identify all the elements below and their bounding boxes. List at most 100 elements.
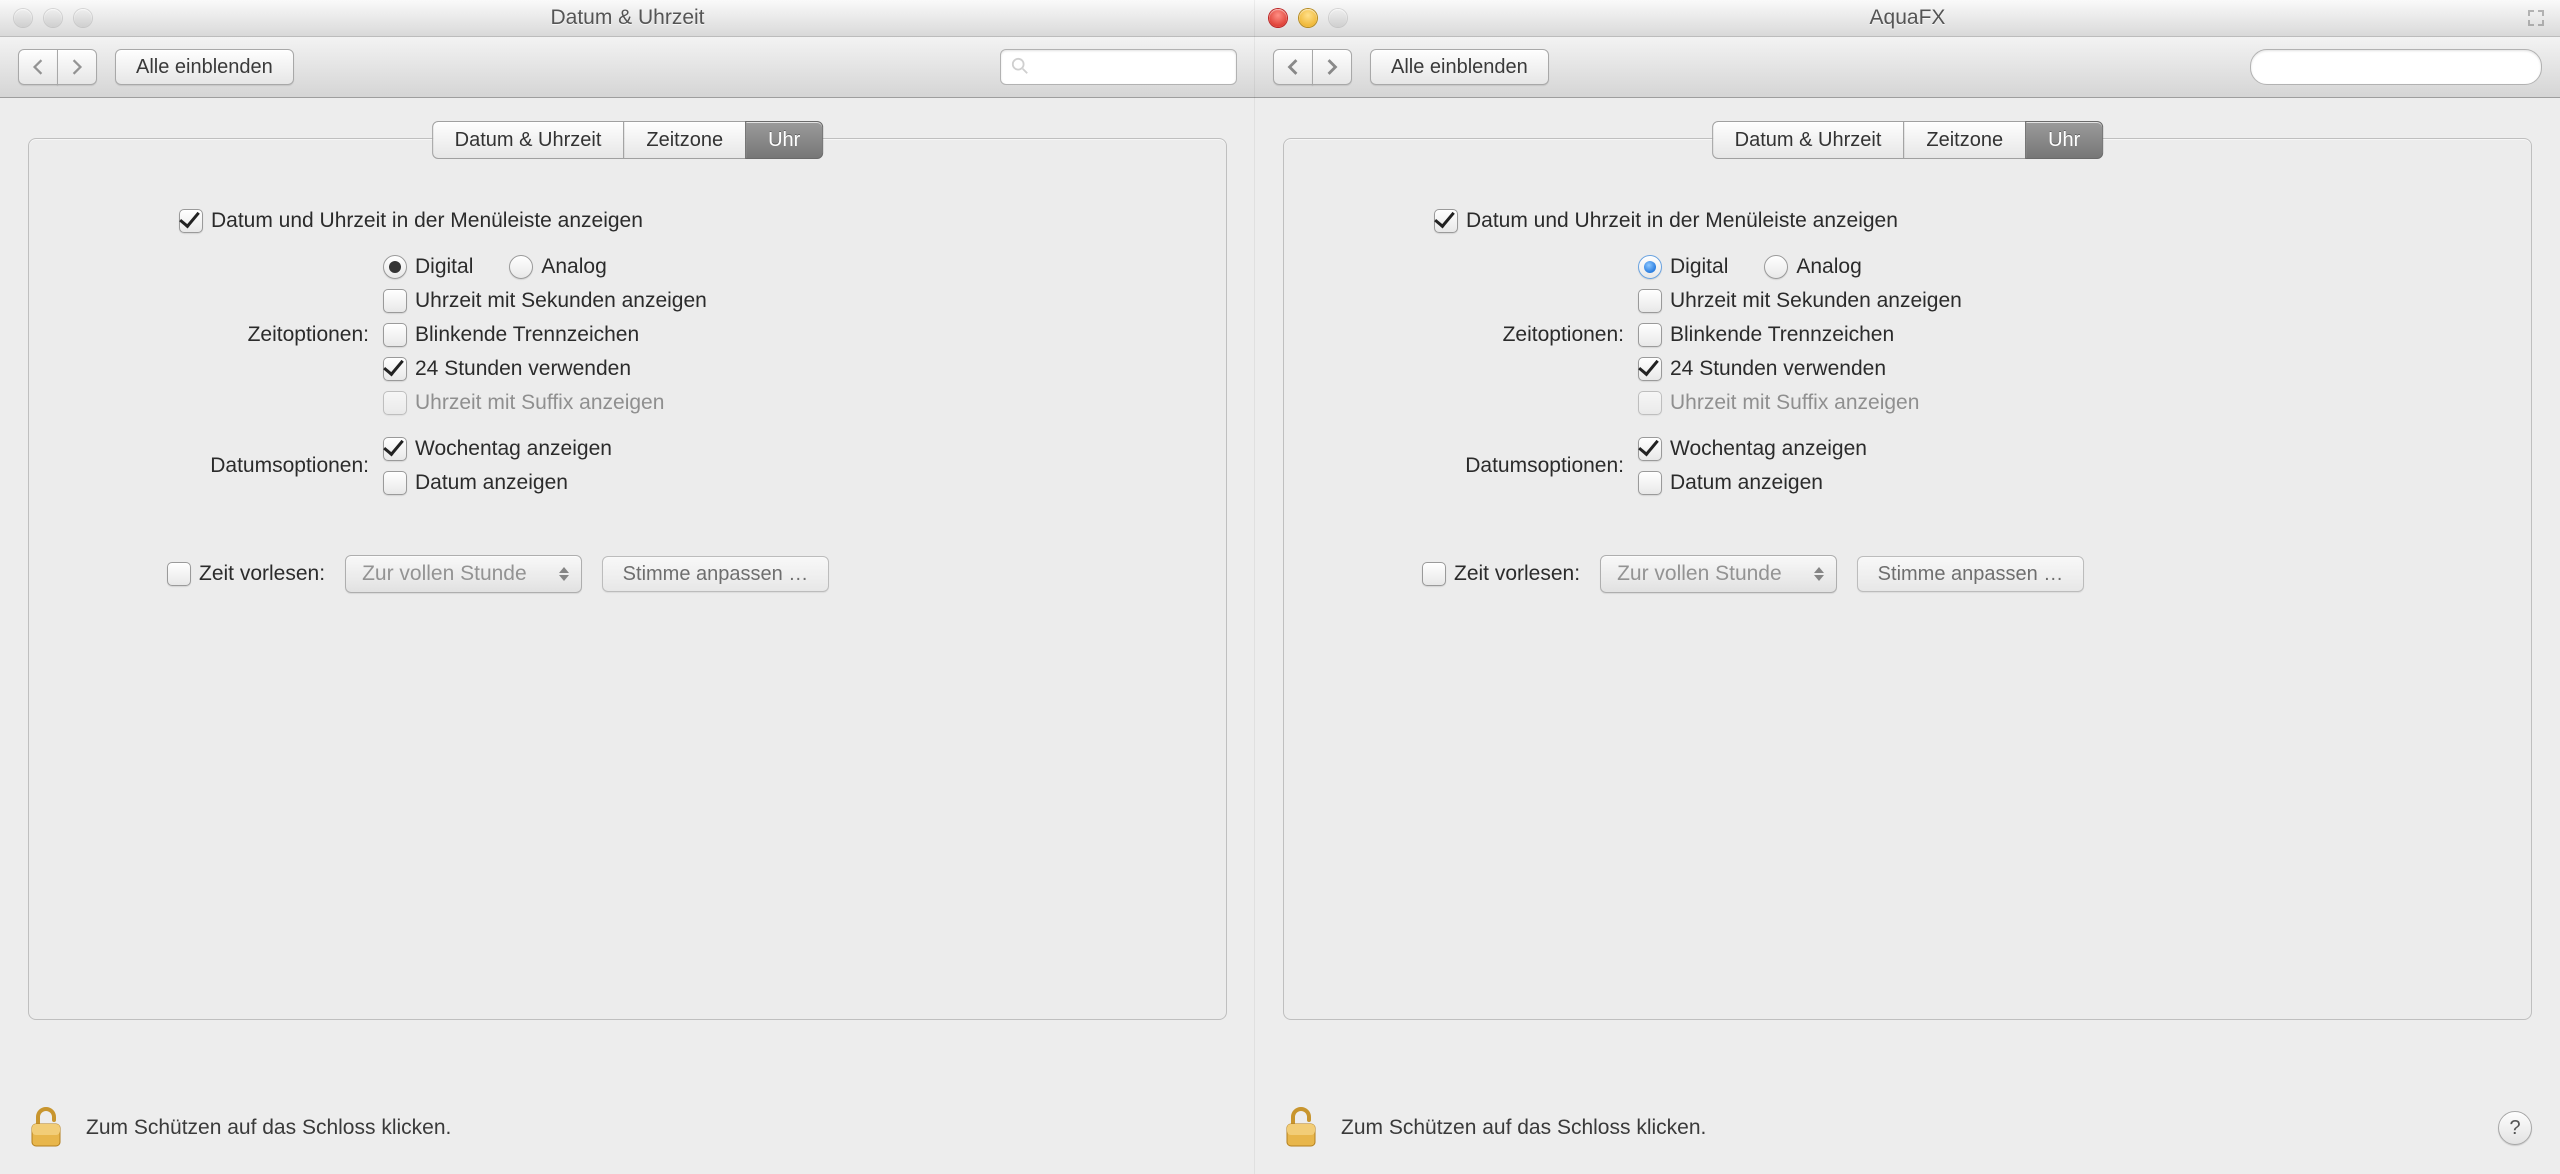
tab-uhr[interactable]: Uhr — [2025, 121, 2103, 159]
form: Datum und Uhrzeit in der Menüleiste anze… — [29, 139, 1226, 593]
date-options-label: Datumsoptionen: — [109, 454, 383, 478]
lock-icon[interactable] — [1283, 1106, 1319, 1150]
checkbox-label: 24 Stunden verwenden — [1670, 357, 1886, 381]
checkbox-icon — [1638, 323, 1662, 347]
tab-panel: Datum & Uhrzeit Zeitzone Uhr Datum und U… — [28, 138, 1227, 1020]
checkbox-weekday[interactable]: Wochentag anzeigen — [383, 437, 612, 461]
search-field[interactable] — [2250, 49, 2542, 85]
traffic-lights — [1269, 0, 1347, 36]
zoom-button[interactable] — [1329, 9, 1347, 27]
minimize-button[interactable] — [44, 9, 62, 27]
tab-zeitzone[interactable]: Zeitzone — [623, 121, 746, 159]
select-speak-interval[interactable]: Zur vollen Stunde — [1600, 555, 1837, 593]
back-button[interactable] — [18, 49, 58, 85]
footer-text: Zum Schützen auf das Schloss klicken. — [86, 1116, 451, 1140]
voice-button[interactable]: Stimme anpassen … — [602, 556, 830, 592]
checkbox-icon — [1638, 357, 1662, 381]
checkbox-show-date[interactable]: Datum anzeigen — [383, 471, 612, 495]
back-button[interactable] — [1273, 49, 1313, 85]
zoom-button[interactable] — [74, 9, 92, 27]
select-value: Zur vollen Stunde — [1617, 562, 1782, 586]
radio-digital[interactable]: Digital — [1638, 255, 1728, 279]
radio-label: Digital — [1670, 255, 1728, 279]
tab-zeitzone[interactable]: Zeitzone — [1903, 121, 2026, 159]
checkbox-blinking[interactable]: Blinkende Trennzeichen — [1638, 323, 1962, 347]
close-button[interactable] — [1269, 9, 1287, 27]
checkbox-label: Wochentag anzeigen — [1670, 437, 1867, 461]
radio-label: Digital — [415, 255, 473, 279]
checkbox-24h[interactable]: 24 Stunden verwenden — [1638, 357, 1962, 381]
date-options-label: Datumsoptionen: — [1364, 454, 1638, 478]
checkbox-icon — [383, 437, 407, 461]
close-button[interactable] — [14, 9, 32, 27]
content: Datum & Uhrzeit Zeitzone Uhr Datum und U… — [1255, 98, 2560, 1174]
checkbox-label: Uhrzeit mit Suffix anzeigen — [1670, 391, 1919, 415]
checkbox-icon — [383, 323, 407, 347]
checkbox-weekday[interactable]: Wochentag anzeigen — [1638, 437, 1867, 461]
tab-datum-uhrzeit[interactable]: Datum & Uhrzeit — [1712, 121, 1905, 159]
fullscreen-button[interactable] — [2526, 8, 2546, 28]
checkbox-icon — [1434, 209, 1458, 233]
checkbox-icon — [1638, 289, 1662, 313]
titlebar: Datum & Uhrzeit — [0, 0, 1255, 37]
time-options-label: Zeitoptionen: — [109, 323, 383, 347]
select-value: Zur vollen Stunde — [362, 562, 527, 586]
checkbox-show-in-menubar[interactable]: Datum und Uhrzeit in der Menüleiste anze… — [179, 209, 643, 233]
show-all-button[interactable]: Alle einblenden — [1370, 49, 1549, 85]
checkbox-icon — [167, 562, 191, 586]
lock-icon[interactable] — [28, 1106, 64, 1150]
radio-icon — [1764, 255, 1788, 279]
footer-text: Zum Schützen auf das Schloss klicken. — [1341, 1116, 1706, 1140]
checkbox-icon — [179, 209, 203, 233]
search-input[interactable] — [1035, 56, 1226, 79]
select-arrows-icon — [1814, 567, 1824, 581]
checkbox-label: Zeit vorlesen: — [199, 562, 325, 586]
checkbox-suffix: Uhrzeit mit Suffix anzeigen — [383, 391, 707, 415]
nav-segment — [18, 49, 97, 85]
voice-button[interactable]: Stimme anpassen … — [1857, 556, 2085, 592]
help-label: ? — [2509, 1117, 2520, 1140]
help-button[interactable]: ? — [2498, 1111, 2532, 1145]
checkbox-seconds[interactable]: Uhrzeit mit Sekunden anzeigen — [383, 289, 707, 313]
checkbox-speak[interactable]: Zeit vorlesen: — [1422, 562, 1580, 586]
forward-button[interactable] — [57, 49, 97, 85]
tab-uhr[interactable]: Uhr — [745, 121, 823, 159]
checkbox-seconds[interactable]: Uhrzeit mit Sekunden anzeigen — [1638, 289, 1962, 313]
radio-analog[interactable]: Analog — [509, 255, 606, 279]
checkbox-show-date[interactable]: Datum anzeigen — [1638, 471, 1867, 495]
tabs: Datum & Uhrzeit Zeitzone Uhr — [432, 121, 824, 159]
minimize-button[interactable] — [1299, 9, 1317, 27]
radio-label: Analog — [541, 255, 606, 279]
checkbox-show-in-menubar[interactable]: Datum und Uhrzeit in der Menüleiste anze… — [1434, 209, 1898, 233]
radio-digital[interactable]: Digital — [383, 255, 473, 279]
search-field[interactable] — [1000, 49, 1237, 85]
content: Datum & Uhrzeit Zeitzone Uhr Datum und U… — [0, 98, 1255, 1174]
row-time-options: Zeitoptionen: Digital Analog — [109, 255, 1146, 415]
radio-label: Analog — [1796, 255, 1861, 279]
tab-panel: Datum & Uhrzeit Zeitzone Uhr Datum und U… — [1283, 138, 2532, 1020]
checkbox-icon — [1638, 471, 1662, 495]
show-all-button[interactable]: Alle einblenden — [115, 49, 294, 85]
tab-datum-uhrzeit[interactable]: Datum & Uhrzeit — [432, 121, 625, 159]
radio-icon — [1638, 255, 1662, 279]
checkbox-icon — [1638, 437, 1662, 461]
checkbox-label: Blinkende Trennzeichen — [415, 323, 639, 347]
checkbox-icon — [383, 471, 407, 495]
voice-button-label: Stimme anpassen … — [623, 563, 809, 586]
checkbox-24h[interactable]: 24 Stunden verwenden — [383, 357, 707, 381]
checkbox-blinking[interactable]: Blinkende Trennzeichen — [383, 323, 707, 347]
select-speak-interval[interactable]: Zur vollen Stunde — [345, 555, 582, 593]
show-all-label: Alle einblenden — [1391, 56, 1528, 79]
select-arrows-icon — [559, 567, 569, 581]
forward-button[interactable] — [1312, 49, 1352, 85]
checkbox-speak[interactable]: Zeit vorlesen: — [167, 562, 325, 586]
window-title: AquaFX — [1870, 6, 1946, 30]
checkbox-label: 24 Stunden verwenden — [415, 357, 631, 381]
row-date-options: Datumsoptionen: Wochentag anzeigen Datum… — [1364, 437, 2451, 495]
tabs: Datum & Uhrzeit Zeitzone Uhr — [1712, 121, 2104, 159]
checkbox-icon — [383, 391, 407, 415]
radio-analog[interactable]: Analog — [1764, 255, 1861, 279]
row-speak: Zeit vorlesen: Zur vollen Stunde Stimme … — [1422, 555, 2451, 593]
toolbar: Alle einblenden — [1255, 37, 2560, 98]
row-speak: Zeit vorlesen: Zur vollen Stunde Stimme … — [167, 555, 1146, 593]
